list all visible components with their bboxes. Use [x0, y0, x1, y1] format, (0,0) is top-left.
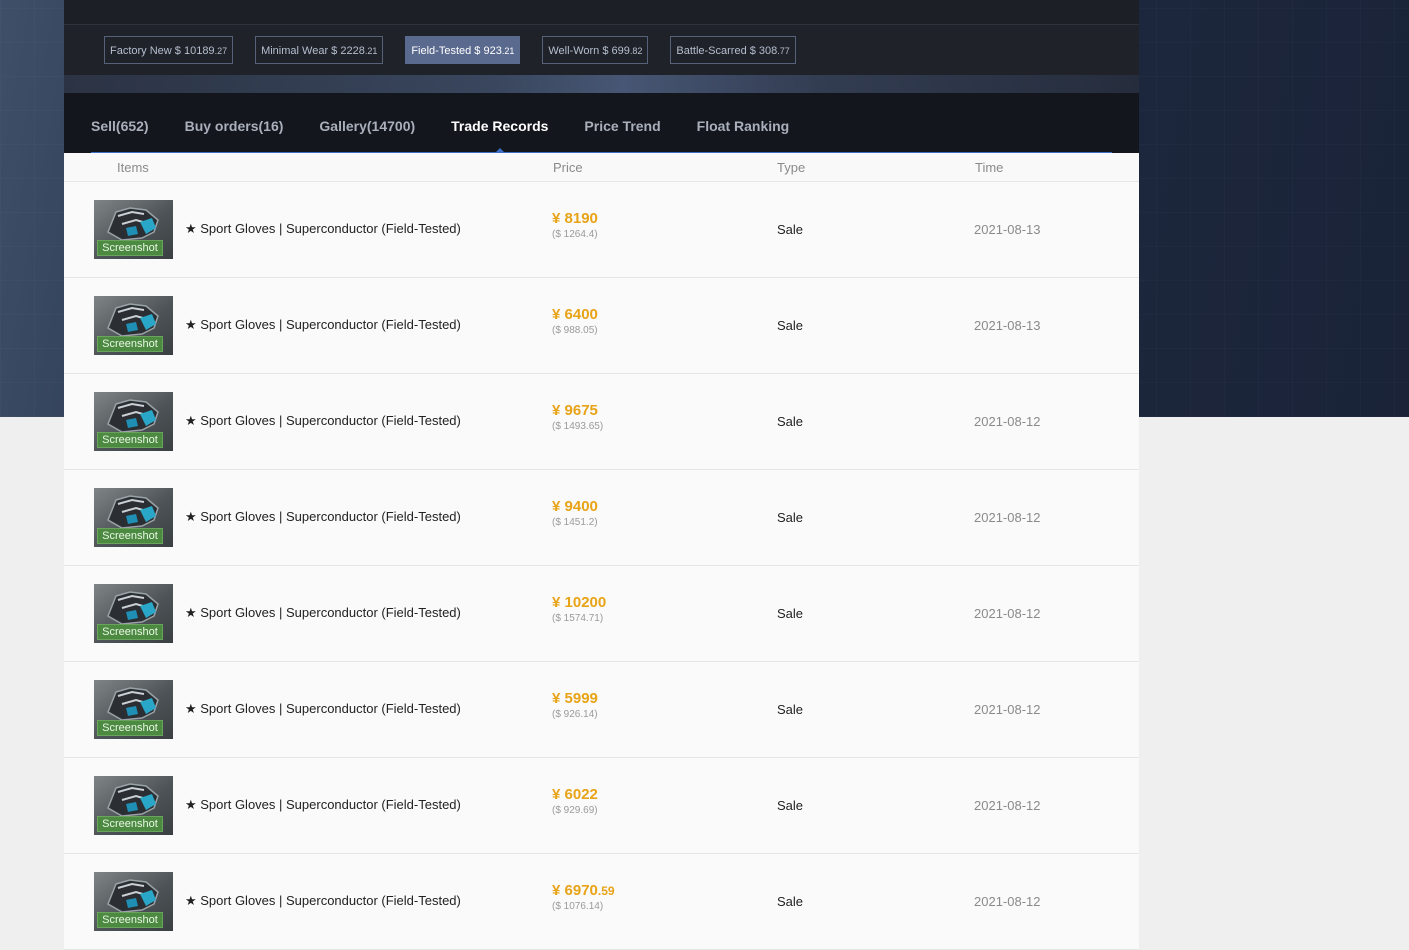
wear-battle-scarred-button[interactable]: Battle-Scarred $ 308.77: [670, 36, 796, 64]
price-cell: ¥ 9400 ($ 1451.2): [552, 498, 598, 530]
item-thumbnail[interactable]: Screenshot: [94, 488, 173, 547]
header-price: Price: [553, 160, 583, 175]
item-name-link[interactable]: ★ Sport Gloves | Superconductor (Field-T…: [185, 797, 461, 813]
price-cell: ¥ 5999 ($ 926.14): [552, 690, 598, 722]
trade-time: 2021-08-12: [974, 606, 1041, 621]
price-cell: ¥ 6400 ($ 988.05): [552, 306, 598, 338]
tab-buy-orders[interactable]: Buy orders(16): [185, 93, 284, 153]
table-row: Screenshot ★ Sport Gloves | Superconduct…: [64, 278, 1139, 374]
price-usd: ($ 1264.4): [552, 229, 598, 240]
item-name-link[interactable]: ★ Sport Gloves | Superconductor (Field-T…: [185, 317, 461, 333]
screenshot-button[interactable]: Screenshot: [97, 528, 163, 544]
tab-trade-records[interactable]: Trade Records: [451, 93, 548, 153]
price-usd: ($ 988.05): [552, 325, 598, 336]
trade-type: Sale: [777, 798, 804, 813]
price-cny: ¥ 8190: [552, 210, 598, 227]
table-row: Screenshot ★ Sport Gloves | Superconduct…: [64, 758, 1139, 854]
table-row: Screenshot ★ Sport Gloves | Superconduct…: [64, 854, 1139, 950]
item-name-link[interactable]: ★ Sport Gloves | Superconductor (Field-T…: [185, 893, 461, 909]
item-thumbnail[interactable]: Screenshot: [94, 680, 173, 739]
trade-time: 2021-08-12: [974, 798, 1041, 813]
trade-time: 2021-08-12: [974, 414, 1041, 429]
tab-sell[interactable]: Sell(652): [91, 93, 149, 153]
trade-type: Sale: [777, 702, 804, 717]
screenshot-button[interactable]: Screenshot: [97, 624, 163, 640]
price-cny: ¥ 5999: [552, 690, 598, 707]
trade-type: Sale: [777, 894, 804, 909]
trade-time: 2021-08-12: [974, 510, 1041, 525]
trade-type: Sale: [777, 510, 804, 525]
price-usd: ($ 926.14): [552, 709, 598, 720]
price-cny: ¥ 9675: [552, 402, 598, 419]
tab-gallery[interactable]: Gallery(14700): [319, 93, 415, 153]
price-usd: ($ 1076.14): [552, 901, 604, 912]
trade-time: 2021-08-12: [974, 702, 1041, 717]
trade-type: Sale: [777, 318, 804, 333]
item-art-banner: [64, 75, 1139, 93]
price-cny: ¥ 10200: [552, 594, 607, 611]
trade-time: 2021-08-13: [974, 222, 1041, 237]
tab-float-ranking[interactable]: Float Ranking: [697, 93, 790, 153]
item-thumbnail[interactable]: Screenshot: [94, 200, 173, 259]
screenshot-button[interactable]: Screenshot: [97, 720, 163, 736]
wear-well-worn-button[interactable]: Well-Worn $ 699.82: [542, 36, 649, 64]
trade-type: Sale: [777, 222, 804, 237]
screenshot-button[interactable]: Screenshot: [97, 336, 163, 352]
header-time: Time: [975, 160, 1004, 175]
top-strip: [64, 0, 1139, 25]
price-usd: ($ 929.69): [552, 805, 598, 816]
wear-factory-new-button[interactable]: Factory New $ 10189.27: [104, 36, 234, 64]
item-name-link[interactable]: ★ Sport Gloves | Superconductor (Field-T…: [185, 221, 461, 237]
price-cell: ¥ 6970.59 ($ 1076.14): [552, 882, 615, 914]
price-cny: ¥ 6400: [552, 306, 598, 323]
trade-type: Sale: [777, 414, 804, 429]
trade-type: Sale: [777, 606, 804, 621]
wear-minimal-wear-button[interactable]: Minimal Wear $ 2228.21: [255, 36, 384, 64]
table-row: Screenshot ★ Sport Gloves | Superconduct…: [64, 566, 1139, 662]
table-row: Screenshot ★ Sport Gloves | Superconduct…: [64, 662, 1139, 758]
item-name-link[interactable]: ★ Sport Gloves | Superconductor (Field-T…: [185, 605, 461, 621]
screenshot-button[interactable]: Screenshot: [97, 432, 163, 448]
item-thumbnail[interactable]: Screenshot: [94, 392, 173, 451]
screenshot-button[interactable]: Screenshot: [97, 912, 163, 928]
table-row: Screenshot ★ Sport Gloves | Superconduct…: [64, 182, 1139, 278]
price-usd: ($ 1451.2): [552, 517, 598, 528]
table-row: Screenshot ★ Sport Gloves | Superconduct…: [64, 374, 1139, 470]
trade-records-table: Items Price Type Time Screenshot ★ Sport…: [64, 153, 1139, 950]
item-name-link[interactable]: ★ Sport Gloves | Superconductor (Field-T…: [185, 701, 461, 717]
price-cell: ¥ 6022 ($ 929.69): [552, 786, 598, 818]
price-cell: ¥ 10200 ($ 1574.71): [552, 594, 606, 626]
screenshot-button[interactable]: Screenshot: [97, 816, 163, 832]
item-thumbnail[interactable]: Screenshot: [94, 584, 173, 643]
main-container: Factory New $ 10189.27 Minimal Wear $ 22…: [64, 0, 1139, 950]
item-thumbnail[interactable]: Screenshot: [94, 296, 173, 355]
header-type: Type: [777, 160, 806, 175]
price-cell: ¥ 9675 ($ 1493.65): [552, 402, 603, 434]
item-thumbnail[interactable]: Screenshot: [94, 872, 173, 931]
price-cell: ¥ 8190 ($ 1264.4): [552, 210, 598, 242]
tabs-bar: Sell(652) Buy orders(16) Gallery(14700) …: [64, 93, 1139, 153]
screenshot-button[interactable]: Screenshot: [97, 240, 163, 256]
trade-time: 2021-08-13: [974, 318, 1041, 333]
wear-selector: Factory New $ 10189.27 Minimal Wear $ 22…: [64, 25, 1139, 75]
header-items: Items: [117, 160, 149, 175]
price-cny: ¥ 6022: [552, 786, 598, 803]
tab-price-trend[interactable]: Price Trend: [584, 93, 660, 153]
item-name-link[interactable]: ★ Sport Gloves | Superconductor (Field-T…: [185, 413, 461, 429]
table-body: Screenshot ★ Sport Gloves | Superconduct…: [64, 182, 1139, 950]
item-name-link[interactable]: ★ Sport Gloves | Superconductor (Field-T…: [185, 509, 461, 525]
price-usd: ($ 1574.71): [552, 613, 604, 624]
price-cny: ¥ 9400: [552, 498, 598, 515]
table-header: Items Price Type Time: [64, 153, 1139, 182]
price-usd: ($ 1493.65): [552, 421, 604, 432]
wear-field-tested-button[interactable]: Field-Tested $ 923.21: [405, 36, 521, 64]
table-row: Screenshot ★ Sport Gloves | Superconduct…: [64, 470, 1139, 566]
item-thumbnail[interactable]: Screenshot: [94, 776, 173, 835]
price-cny: ¥ 6970.59: [552, 882, 615, 899]
trade-time: 2021-08-12: [974, 894, 1041, 909]
